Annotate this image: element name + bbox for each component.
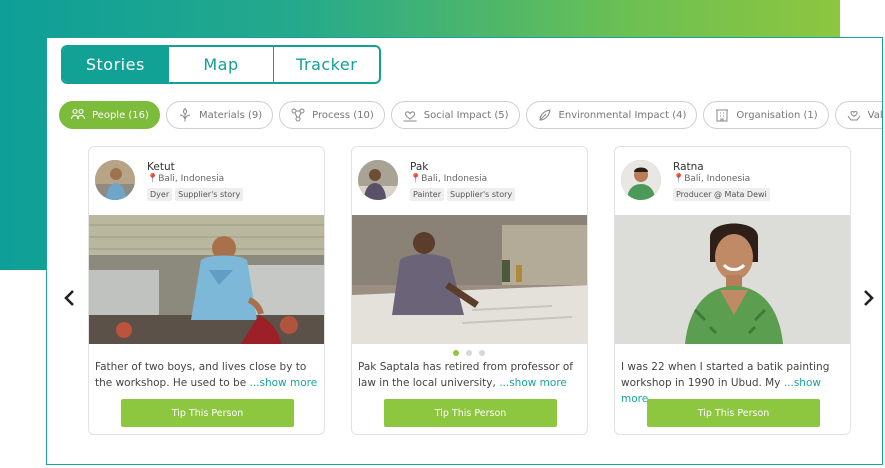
person-location: 📍Bali, Indonesia [673, 174, 750, 184]
show-more-link[interactable]: ...show more [250, 377, 318, 389]
role-tag: Producer @ Mata Dewi [673, 188, 770, 201]
avatar [358, 160, 398, 200]
environment-icon [539, 109, 551, 121]
filter-chip-process[interactable]: Process (10) [279, 101, 385, 129]
person-location: 📍Bali, Indonesia [410, 174, 487, 184]
page-dot[interactable] [479, 350, 485, 356]
avatar [621, 160, 661, 200]
story-carousel: Ketut 📍Bali, Indonesia Dyer Supplier's s… [82, 146, 863, 446]
person-tags: Dyer Supplier's story [147, 188, 244, 201]
tab-stories[interactable]: Stories [63, 47, 168, 82]
location-text: Bali, Indonesia [421, 174, 488, 184]
category-filter-bar: People (16) Materials (9) Process (10) S… [59, 101, 883, 131]
person-name: Pak [410, 161, 429, 173]
map-pin-icon: 📍 [673, 174, 685, 184]
tab-tracker[interactable]: Tracker [273, 47, 379, 82]
card-header: Pak 📍Bali, Indonesia Painter Supplier's … [352, 147, 587, 215]
organisation-icon [716, 109, 729, 122]
filter-chip-label: Social Impact (5) [423, 109, 509, 121]
materials-icon [179, 107, 190, 122]
map-pin-icon: 📍 [147, 174, 159, 184]
tab-map[interactable]: Map [167, 47, 274, 82]
filter-chip-people[interactable]: People (16) [59, 101, 160, 129]
page-dot[interactable] [466, 350, 472, 356]
tip-person-button[interactable]: Tip This Person [647, 399, 820, 427]
person-name: Ratna [673, 161, 704, 173]
chevron-left-icon [64, 290, 74, 306]
values-icon [847, 111, 861, 121]
tip-person-button[interactable]: Tip This Person [384, 399, 557, 427]
avatar [95, 160, 135, 200]
filter-chip-values[interactable]: Values (5) [834, 101, 883, 129]
card-header: Ratna 📍Bali, Indonesia Producer @ Mata D… [615, 147, 850, 215]
page-dot[interactable] [453, 350, 459, 356]
location-text: Bali, Indonesia [684, 174, 751, 184]
person-tags: Painter Supplier's story [410, 188, 516, 201]
card-header: Ketut 📍Bali, Indonesia Dyer Supplier's s… [89, 147, 324, 215]
person-location: 📍Bali, Indonesia [147, 174, 224, 184]
filter-chip-materials[interactable]: Materials (9) [165, 101, 274, 129]
filter-chip-label: Process (10) [312, 109, 374, 121]
process-icon [291, 108, 305, 122]
filter-chip-label: People (16) [92, 109, 149, 121]
filter-chip-organisation[interactable]: Organisation (1) [703, 101, 829, 129]
role-tag: Dyer [147, 188, 173, 201]
person-name: Ketut [147, 161, 175, 173]
person-tags: Producer @ Mata Dewi [673, 188, 770, 201]
filter-chip-label: Materials (9) [198, 109, 263, 121]
carousel-pagination [453, 350, 485, 356]
story-photo [89, 215, 324, 344]
story-photo [352, 215, 587, 344]
story-description: Father of two boys, and lives close by t… [95, 359, 321, 391]
map-pin-icon: 📍 [410, 174, 422, 184]
view-tabs: Stories Map Tracker [61, 45, 381, 84]
role-tag: Painter [410, 188, 445, 201]
chevron-right-icon [864, 290, 874, 306]
story-type-tag: Supplier's story [447, 188, 516, 201]
filter-chip-label: Organisation (1) [736, 109, 818, 121]
social-impact-icon [403, 111, 417, 122]
carousel-prev-button[interactable] [59, 286, 79, 310]
filter-chip-label: Environmental Impact (4) [558, 109, 687, 121]
story-description: Pak Saptala has retired from professor o… [358, 359, 584, 391]
story-card[interactable]: Ketut 📍Bali, Indonesia Dyer Supplier's s… [88, 146, 325, 435]
story-card[interactable]: Pak 📍Bali, Indonesia Painter Supplier's … [351, 146, 588, 435]
filter-chip-environmental-impact[interactable]: Environmental Impact (4) [525, 101, 698, 129]
location-text: Bali, Indonesia [158, 174, 225, 184]
story-type-tag: Supplier's story [175, 188, 244, 201]
tip-person-button[interactable]: Tip This Person [121, 399, 294, 427]
stories-panel: Stories Map Tracker People (16) Material… [46, 37, 883, 465]
filter-chip-label: Values (5) [867, 109, 883, 121]
story-photo [615, 215, 850, 344]
filter-chip-social-impact[interactable]: Social Impact (5) [390, 101, 520, 129]
story-card[interactable]: Ratna 📍Bali, Indonesia Producer @ Mata D… [614, 146, 851, 435]
show-more-link[interactable]: ...show more [499, 377, 567, 389]
people-icon [70, 108, 86, 120]
